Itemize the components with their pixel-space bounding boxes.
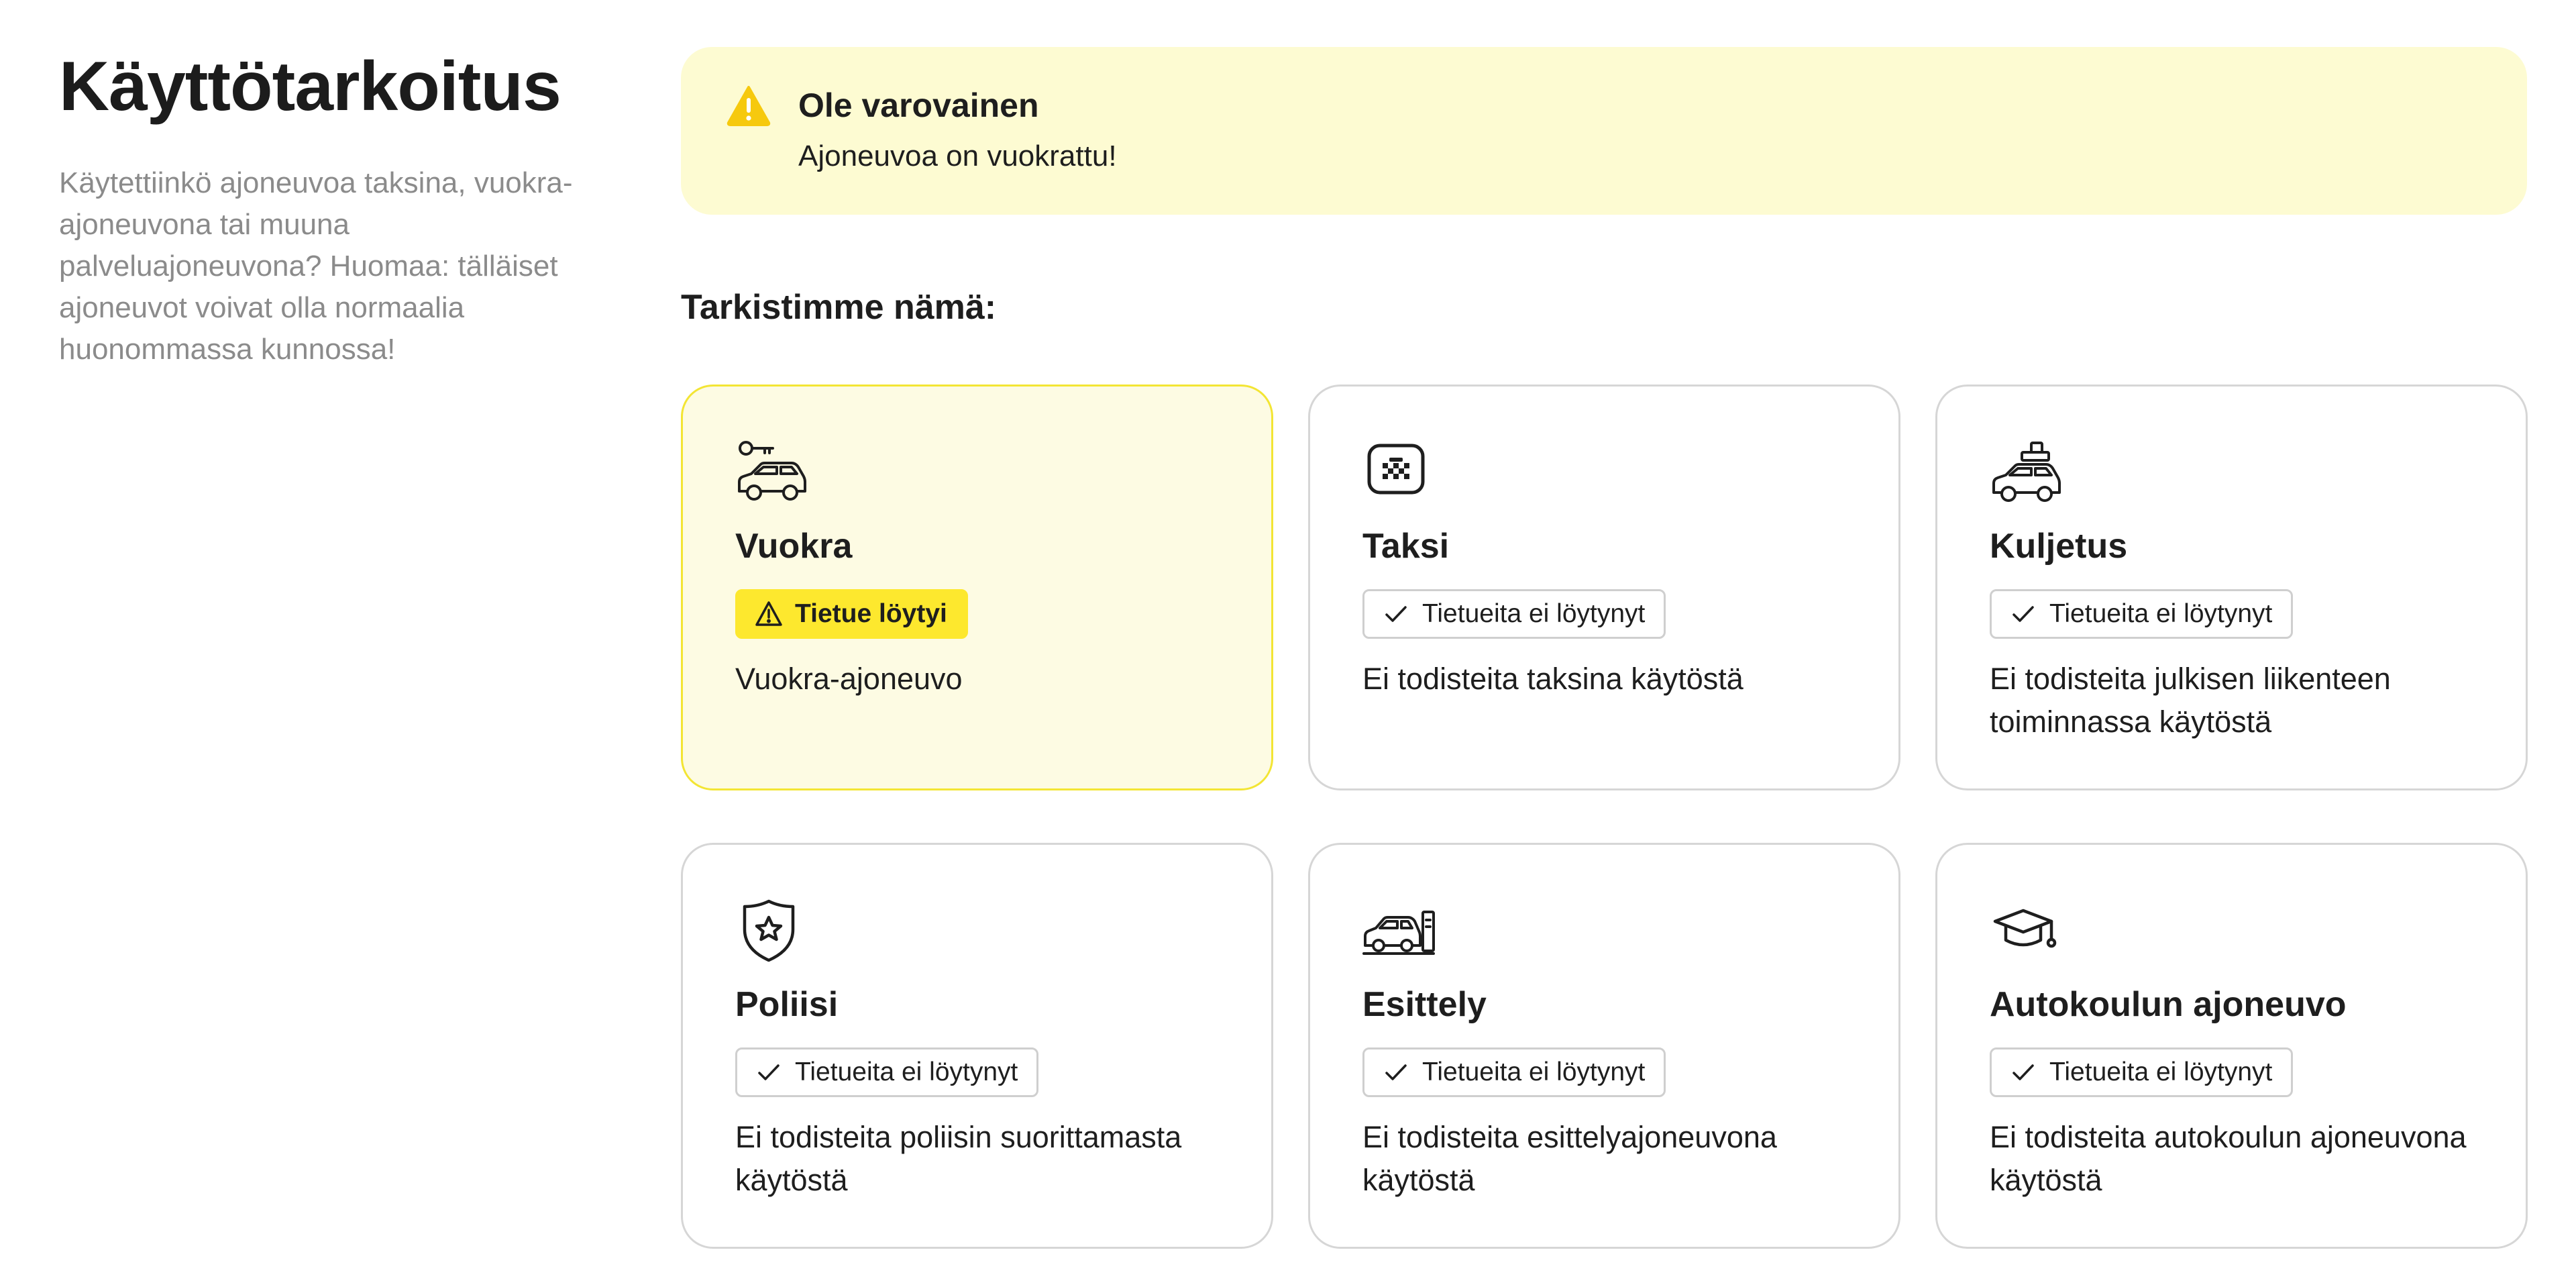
status-badge-found: Tietue löytyi xyxy=(735,589,968,639)
demo-car-icon xyxy=(1362,911,1435,955)
page: Käyttötarkoitus Käytettiinkö ajoneuvoa t… xyxy=(0,0,2576,1281)
warning-outline-icon xyxy=(755,601,782,626)
card-title: Kuljetus xyxy=(1990,527,2128,566)
usage-card-rental: Vuokra Tietue löytyi Vuokra-ajoneuvo xyxy=(681,385,1273,790)
card-title: Vuokra xyxy=(735,527,853,566)
check-icon xyxy=(1385,606,1407,622)
usage-card-demo: Esittely Tietueita ei löytynyt Ei todist… xyxy=(1308,843,1900,1249)
card-title: Esittely xyxy=(1362,985,1487,1024)
card-title: Taksi xyxy=(1362,527,1450,566)
card-description: Ei todisteita autokoulun ajoneuvona käyt… xyxy=(1990,1120,2467,1197)
page-title: Käyttötarkoitus xyxy=(59,48,561,125)
warning-triangle-icon xyxy=(727,86,771,126)
usage-card-transport: Kuljetus Tietueita ei löytynyt Ei todist… xyxy=(1935,385,2528,790)
check-icon xyxy=(2012,606,2034,622)
status-text: Tietueita ei löytynyt xyxy=(1422,1058,1646,1086)
section-title: Tarkistimme nämä: xyxy=(681,288,997,327)
status-badge-none: Tietueita ei löytynyt xyxy=(1362,589,1666,639)
transport-car-icon xyxy=(1992,442,2061,502)
intro-description: Käytettiinkö ajoneuvoa taksina, vuokra-a… xyxy=(59,166,573,366)
card-description: Ei todisteita esittelyajoneuvona käytöst… xyxy=(1362,1120,1777,1197)
status-text: Tietueita ei löytynyt xyxy=(795,1058,1018,1086)
card-description: Ei todisteita taksina käytöstä xyxy=(1362,662,1743,696)
police-badge-icon xyxy=(743,899,795,962)
status-badge-none: Tietueita ei löytynyt xyxy=(1990,1047,2294,1097)
usage-card-taxi: Taksi Tietueita ei löytynyt Ei todisteit… xyxy=(1308,385,1900,790)
status-badge-none: Tietueita ei löytynyt xyxy=(1990,589,2294,639)
card-title: Poliisi xyxy=(735,985,839,1024)
usage-card-police: Poliisi Tietueita ei löytynyt Ei todiste… xyxy=(681,843,1273,1249)
card-description: Vuokra-ajoneuvo xyxy=(735,662,963,696)
usage-card-driving-school: Autokoulun ajoneuvo Tietueita ei löytyny… xyxy=(1935,843,2528,1249)
taxi-sign-icon xyxy=(1367,444,1425,495)
graduation-cap-icon xyxy=(1993,909,2057,948)
card-description: Ei todisteita julkisen liikenteen toimin… xyxy=(1990,662,2391,739)
status-text: Tietueita ei löytynyt xyxy=(2049,599,2273,628)
check-icon xyxy=(758,1064,780,1080)
status-badge-none: Tietueita ei löytynyt xyxy=(735,1047,1039,1097)
status-badge-none: Tietueita ei löytynyt xyxy=(1362,1047,1666,1097)
card-title: Autokoulun ajoneuvo xyxy=(1990,985,2347,1024)
status-text: Tietueita ei löytynyt xyxy=(2049,1058,2273,1086)
rental-car-key-icon xyxy=(738,441,806,501)
check-icon xyxy=(2012,1064,2034,1080)
banner-title: Ole varovainen xyxy=(798,87,1039,124)
status-text: Tietueita ei löytynyt xyxy=(1422,599,1646,628)
banner-text: Ajoneuvoa on vuokrattu! xyxy=(798,140,1117,172)
card-description: Ei todisteita poliisin suorittamasta käy… xyxy=(735,1120,1182,1197)
intro-section: Käyttötarkoitus Käytettiinkö ajoneuvoa t… xyxy=(59,47,609,370)
status-text: Tietue löytyi xyxy=(795,599,947,628)
warning-banner: Ole varovainen Ajoneuvoa on vuokrattu! xyxy=(681,47,2527,215)
check-icon xyxy=(1385,1064,1407,1080)
